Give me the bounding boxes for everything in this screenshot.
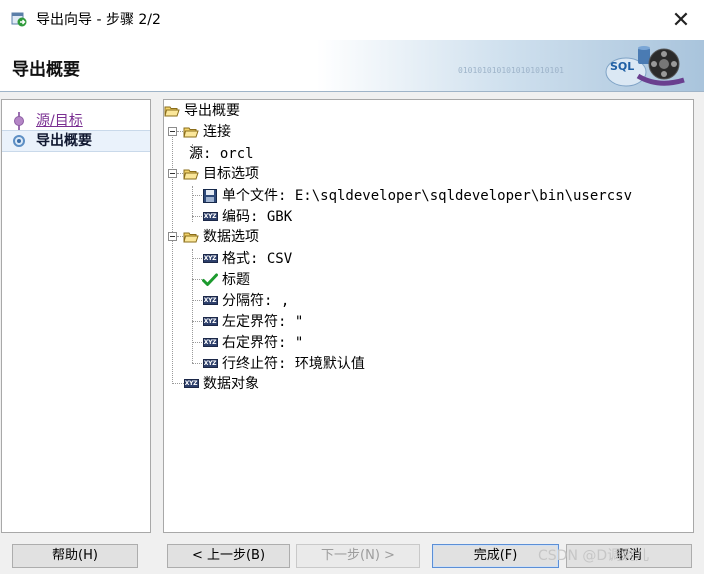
tree-node-label: 单个文件: E:\sqldeveloper\sqldeveloper\bin\u… (222, 187, 633, 204)
tree-node-label: 右定界符: " (222, 334, 304, 351)
tree-node-label: 导出概要 (184, 102, 240, 119)
tree-node-target-options[interactable]: 目标选项 (183, 163, 259, 184)
xyz-value-icon: XYZ (202, 317, 218, 326)
tree-connector (172, 130, 173, 382)
xyz-value-icon: XYZ (202, 359, 218, 368)
xyz-value-icon: XYZ (202, 254, 218, 263)
window-title: 导出向导 - 步骤 2/2 (36, 12, 161, 28)
xyz-value-icon: XYZ (202, 212, 218, 221)
next-button[interactable]: 下一步(N) > (296, 544, 420, 568)
tree-node-format[interactable]: XYZ 格式: CSV (202, 248, 292, 269)
tree-node-label: 编码: GBK (222, 208, 293, 225)
tree-node-label: 源: orcl (189, 145, 254, 162)
tree-node-root[interactable]: 导出概要 (164, 100, 240, 121)
xyz-value-icon: XYZ (202, 296, 218, 305)
nav-step-label: 源/目标 (36, 113, 83, 129)
page-title: 导出概要 (12, 60, 80, 80)
tree-node-source[interactable]: 源: orcl (185, 143, 254, 164)
summary-tree-panel: 导出概要 连接 源: orcl 目标选项 单个文件: E:\sqldevelop… (163, 99, 694, 533)
title-bar: 导出向导 - 步骤 2/2 ✕ (0, 0, 704, 40)
tree-node-encoding[interactable]: XYZ 编码: GBK (202, 206, 292, 227)
tree-node-label: 数据选项 (203, 228, 259, 245)
tree-connector (192, 279, 202, 280)
nav-step-source-target[interactable]: 源/目标 (2, 110, 150, 132)
tree-connector (192, 363, 202, 364)
tree-node-delimiter[interactable]: XYZ 分隔符: , (202, 290, 289, 311)
tree-node-header[interactable]: 标题 (202, 269, 250, 290)
tree-node-label: 标题 (222, 271, 250, 288)
tree-node-label: 目标选项 (203, 165, 259, 182)
step-done-icon (14, 116, 24, 126)
step-current-icon (13, 135, 25, 147)
tree-node-label: 分隔符: , (222, 292, 290, 309)
tree-connector (192, 195, 202, 196)
tree-node-label: 数据对象 (203, 375, 259, 392)
xyz-value-icon: XYZ (183, 379, 199, 388)
tree-node-right-enclosure[interactable]: XYZ 右定界符: " (202, 332, 303, 353)
tree-node-connection[interactable]: 连接 (183, 121, 231, 142)
tree-connector (192, 300, 202, 301)
tree-connector (192, 342, 202, 343)
tree-node-line-terminator[interactable]: XYZ 行终止符: 环境默认值 (202, 353, 365, 374)
folder-open-icon (183, 229, 199, 245)
close-icon[interactable]: ✕ (658, 0, 704, 40)
folder-open-icon (183, 124, 199, 140)
tree-node-file[interactable]: 单个文件: E:\sqldeveloper\sqldeveloper\bin\u… (202, 185, 632, 206)
collapse-toggle[interactable] (168, 169, 177, 178)
nav-step-summary[interactable]: 导出概要 (2, 130, 150, 152)
export-wizard-icon (11, 12, 27, 27)
wizard-steps-nav: 源/目标 导出概要 (1, 99, 151, 533)
folder-open-icon (164, 103, 180, 119)
collapse-toggle[interactable] (168, 232, 177, 241)
help-button[interactable]: 帮助(H) (12, 544, 138, 568)
folder-open-icon (183, 166, 199, 182)
tree-node-label: 行终止符: 环境默认值 (222, 355, 365, 372)
checkmark-icon (202, 272, 218, 288)
watermark-text: CSDN @D调剩儿 (538, 548, 650, 564)
wizard-header: 导出概要 0101010101010101010101 SQL (0, 40, 704, 92)
tree-node-left-enclosure[interactable]: XYZ 左定界符: " (202, 311, 303, 332)
sql-logo-text: SQL (610, 60, 634, 73)
nav-step-label: 导出概要 (36, 133, 92, 149)
tree-node-data-objects[interactable]: XYZ 数据对象 (183, 373, 259, 394)
tree-node-label: 左定界符: " (222, 313, 304, 330)
tree-node-data-options[interactable]: 数据选项 (183, 226, 259, 247)
tree-connector (192, 216, 202, 217)
sql-developer-logo-icon: SQL (605, 46, 685, 87)
back-button[interactable]: < 上一步(B) (167, 544, 290, 568)
tree-connector (192, 321, 202, 322)
tree-connector (192, 249, 193, 363)
floppy-disk-icon (202, 188, 218, 204)
tree-connector (192, 258, 202, 259)
binary-decoration: 0101010101010101010101 (458, 66, 564, 75)
xyz-value-icon: XYZ (202, 338, 218, 347)
tree-node-label: 格式: CSV (222, 250, 293, 267)
tree-node-label: 连接 (203, 123, 231, 140)
collapse-toggle[interactable] (168, 127, 177, 136)
